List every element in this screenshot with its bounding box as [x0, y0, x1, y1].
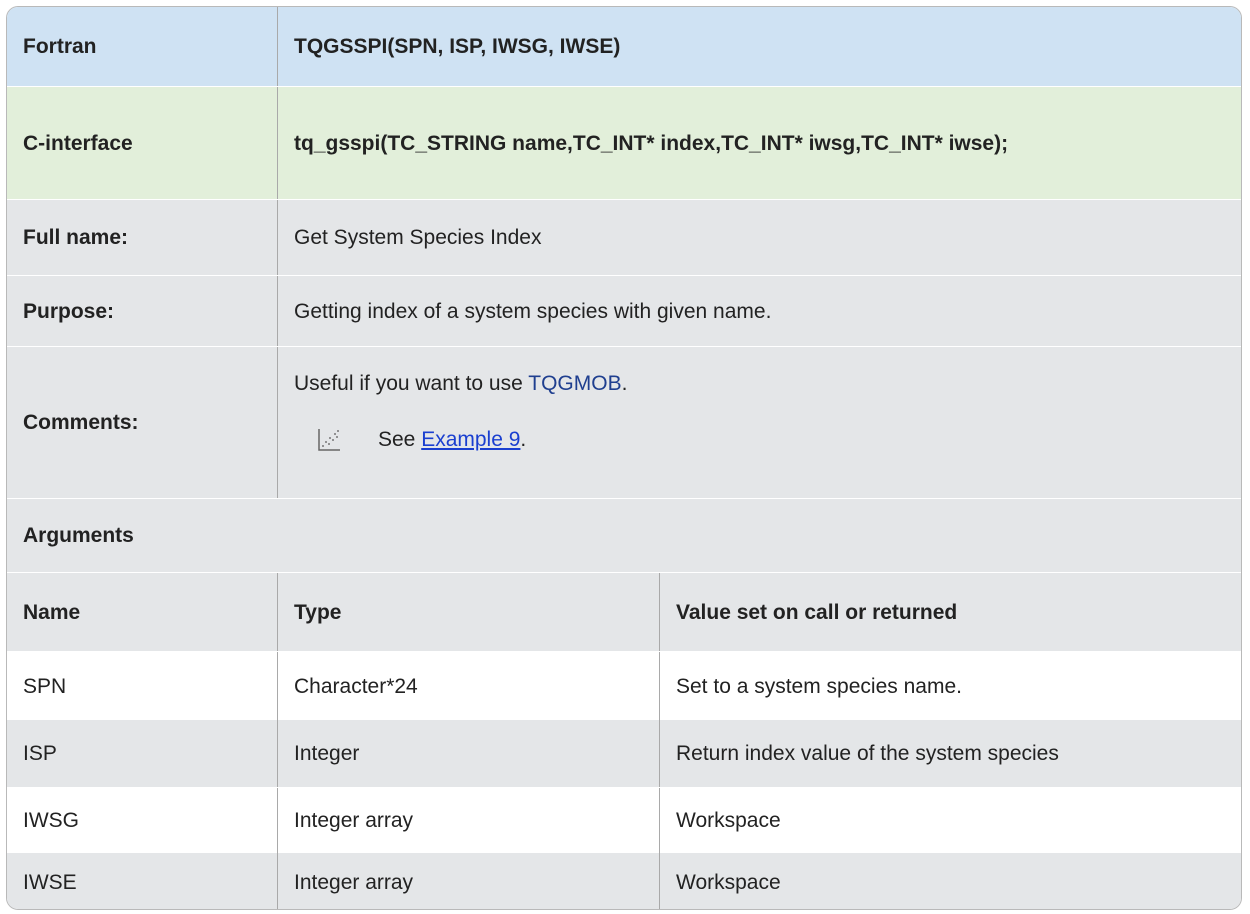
arg-type: Integer array [277, 788, 659, 853]
arg-value: Return index value of the system species [659, 720, 1241, 787]
fortran-signature: TQGSSPI(SPN, ISP, IWSG, IWSE) [277, 7, 1241, 86]
comments-prefix: Useful if you want to use [294, 372, 529, 395]
arg-name: IWSG [23, 809, 79, 832]
comments-row: Comments: Useful if you want to use TQGM… [7, 347, 1241, 499]
arg-type: Integer [277, 720, 659, 787]
comments-value: Useful if you want to use TQGMOB. See Ex… [277, 347, 1241, 498]
arg-value: Workspace [659, 788, 1241, 853]
arg-type: Integer array [277, 853, 659, 909]
arg-name: IWSE [23, 870, 77, 894]
arguments-title: Arguments [23, 524, 134, 547]
see-prefix: See [378, 428, 422, 451]
arguments-header-row: Name Type Value set on call or returned [7, 573, 1241, 652]
table-row: ISP Integer Return index value of the sy… [7, 720, 1241, 788]
column-header-type: Type [277, 573, 659, 651]
full-name-row: Full name: Get System Species Index [7, 200, 1241, 276]
column-header-name: Name [23, 600, 81, 624]
table-row: IWSG Integer array Workspace [7, 788, 1241, 853]
comments-label: Comments: [23, 411, 139, 434]
column-header-value: Value set on call or returned [659, 573, 1241, 651]
arg-value: Workspace [659, 853, 1241, 909]
comments-text: Useful if you want to use TQGMOB. [294, 369, 1225, 409]
arg-name: SPN [23, 674, 67, 698]
tqgmob-link[interactable]: TQGMOB [528, 372, 621, 395]
arg-value: Set to a system species name. [659, 652, 1241, 720]
purpose-row: Purpose: Getting index of a system speci… [7, 276, 1241, 347]
see-example-line: See Example 9. [294, 425, 1225, 454]
function-reference-table: Fortran TQGSSPI(SPN, ISP, IWSG, IWSE) C-… [6, 6, 1242, 910]
arguments-title-row: Arguments [7, 499, 1241, 573]
purpose-value: Getting index of a system species with g… [277, 276, 1241, 346]
c-interface-label: C-interface [23, 131, 133, 155]
example-9-link[interactable]: Example 9 [421, 425, 520, 454]
arg-name: ISP [23, 742, 57, 765]
arg-type: Character*24 [277, 652, 659, 720]
comments-suffix: . [621, 372, 628, 395]
table-row: IWSE Integer array Workspace [7, 853, 1241, 909]
fortran-label: Fortran [23, 35, 97, 58]
fortran-row: Fortran TQGSSPI(SPN, ISP, IWSG, IWSE) [7, 7, 1241, 87]
full-name-label: Full name: [23, 226, 129, 249]
see-suffix: . [520, 428, 527, 451]
purpose-label: Purpose: [23, 299, 115, 323]
c-interface-signature: tq_gsspi(TC_STRING name,TC_INT* index,TC… [277, 87, 1241, 199]
c-interface-row: C-interface tq_gsspi(TC_STRING name,TC_I… [7, 87, 1241, 200]
example-chart-icon [318, 428, 340, 451]
table-row: SPN Character*24 Set to a system species… [7, 652, 1241, 720]
full-name-value: Get System Species Index [277, 200, 1241, 275]
